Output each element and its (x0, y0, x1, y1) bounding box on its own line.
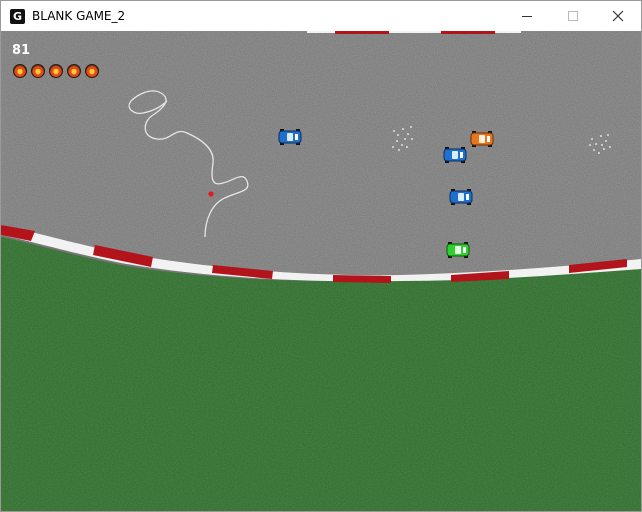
score-counter: 81 (12, 43, 31, 58)
car-orange (470, 131, 494, 147)
game-window: G BLANK GAME_2 81 (0, 0, 642, 512)
car-blue (449, 189, 473, 205)
waypoint-marker (208, 191, 214, 197)
car-blue (278, 129, 302, 145)
title-bar[interactable]: G BLANK GAME_2 (1, 1, 641, 31)
game-scene (1, 31, 641, 511)
minimize-button[interactable] (504, 1, 550, 31)
maximize-icon (568, 11, 578, 21)
close-icon (612, 10, 624, 22)
maximize-button[interactable] (550, 1, 596, 31)
minimize-icon (522, 16, 532, 17)
life-icon (31, 64, 45, 78)
life-icon (85, 64, 99, 78)
player-car-green (446, 242, 470, 258)
car-blue (443, 147, 467, 163)
close-button[interactable] (595, 1, 641, 31)
lives-indicator (13, 64, 103, 80)
game-viewport[interactable]: 81 (1, 31, 641, 511)
window-title: BLANK GAME_2 (32, 9, 126, 23)
life-icon (49, 64, 63, 78)
life-icon (13, 64, 27, 78)
game-maker-icon: G (10, 9, 25, 24)
life-icon (67, 64, 81, 78)
